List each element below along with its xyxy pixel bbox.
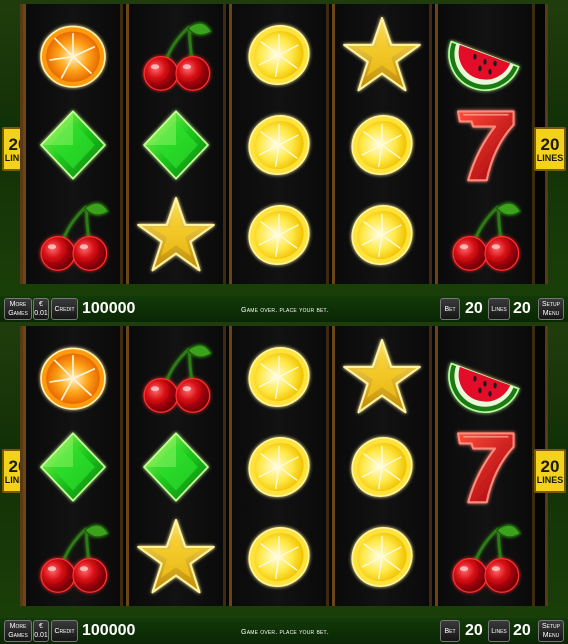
reel-3: [229, 4, 329, 284]
lemon-icon: [335, 422, 429, 512]
diamond-icon: [129, 100, 223, 190]
cherry-icon: [129, 332, 223, 422]
lines-value: 20: [513, 300, 531, 317]
slot-panel-1: 20 LINES 20 LINES More Games € 0.01 Cred…: [0, 0, 568, 322]
lines-badge-label: LINES: [536, 474, 564, 485]
bet-button[interactable]: Bet: [440, 298, 460, 320]
lemon-icon: [335, 100, 429, 190]
cherry-icon: [438, 512, 532, 602]
bet-value: 20: [465, 300, 483, 317]
reel-3: [229, 326, 329, 606]
cherry-icon: [26, 512, 120, 602]
more-games-button[interactable]: More Games: [4, 298, 32, 320]
slot-panel-2: 20 LINES 20 LINES More Games € 0.01 Cred…: [0, 322, 568, 644]
lines-badge-number: 20: [540, 134, 560, 154]
cherry-icon: [438, 190, 532, 280]
orange-icon: [26, 10, 120, 100]
more-games-button[interactable]: More Games: [4, 620, 32, 642]
seven-icon: [438, 100, 532, 190]
lines-button[interactable]: Lines: [488, 620, 510, 642]
lines-badge-number: 20: [540, 456, 560, 476]
lemon-icon: [335, 190, 429, 280]
lemon-icon: [232, 10, 326, 100]
watermelon-icon: [438, 10, 532, 100]
lemon-icon: [232, 332, 326, 422]
watermelon-icon: [438, 332, 532, 422]
bet-value: 20: [465, 622, 483, 639]
reel-5: [435, 326, 535, 606]
cherry-icon: [26, 190, 120, 280]
lines-badge-label: LINES: [536, 152, 564, 163]
reel-5: [435, 4, 535, 284]
status-message: Game over. place your bet.: [241, 307, 329, 314]
setup-menu-button[interactable]: Setup Menu: [538, 620, 564, 642]
credit-toggle-button[interactable]: Credit: [51, 620, 78, 642]
diamond-icon: [129, 422, 223, 512]
lemon-icon: [232, 100, 326, 190]
orange-icon: [26, 332, 120, 422]
diamond-icon: [26, 100, 120, 190]
currency-button[interactable]: € 0.01: [33, 298, 49, 320]
bet-button[interactable]: Bet: [440, 620, 460, 642]
star-icon: [335, 332, 429, 422]
reel-1: [23, 4, 123, 284]
lines-value: 20: [513, 622, 531, 639]
lines-badge-right: 20 LINES: [534, 127, 566, 171]
lemon-icon: [232, 512, 326, 602]
lines-button[interactable]: Lines: [488, 298, 510, 320]
reel-4: [332, 326, 432, 606]
star-icon: [335, 10, 429, 100]
cherry-icon: [129, 10, 223, 100]
setup-menu-button[interactable]: Setup Menu: [538, 298, 564, 320]
reel-2: [126, 326, 226, 606]
seven-icon: [438, 422, 532, 512]
reel-1: [23, 326, 123, 606]
lemon-icon: [232, 422, 326, 512]
credit-toggle-button[interactable]: Credit: [51, 298, 78, 320]
control-bar: More Games € 0.01 Credit 100000 Game ove…: [0, 296, 568, 322]
reel-2: [126, 4, 226, 284]
star-icon: [129, 190, 223, 280]
credit-value: 100000: [82, 300, 136, 317]
control-bar: More Games € 0.01 Credit 100000 Game ove…: [0, 618, 568, 644]
diamond-icon: [26, 422, 120, 512]
currency-button[interactable]: € 0.01: [33, 620, 49, 642]
star-icon: [129, 512, 223, 602]
credit-value: 100000: [82, 622, 136, 639]
lemon-icon: [232, 190, 326, 280]
reels-area: [20, 326, 548, 606]
reels-area: [20, 4, 548, 284]
reel-4: [332, 4, 432, 284]
status-message: Game over. place your bet.: [241, 629, 329, 636]
lemon-icon: [335, 512, 429, 602]
lines-badge-right: 20 LINES: [534, 449, 566, 493]
